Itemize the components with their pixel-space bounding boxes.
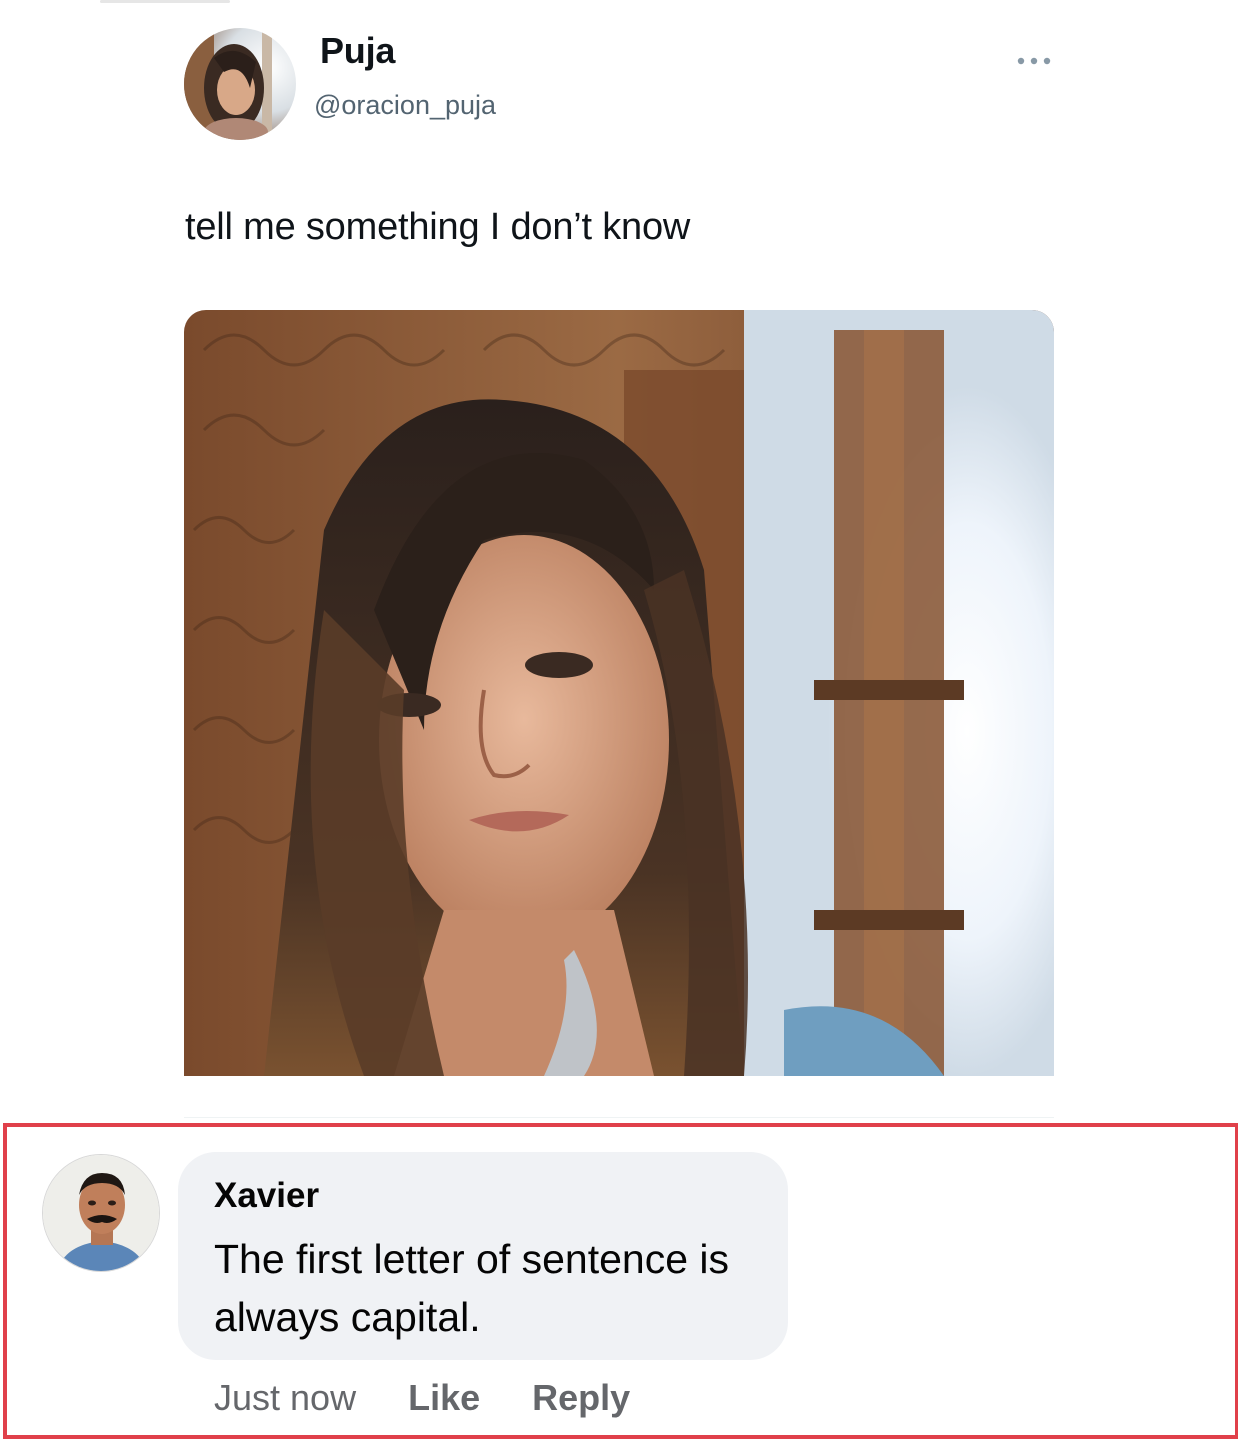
more-options-button[interactable] — [1010, 44, 1058, 78]
tweet-author-name[interactable]: Puja — [320, 30, 395, 72]
comment-text: The first letter of sentence is always c… — [214, 1236, 730, 1340]
more-horizontal-icon — [1017, 57, 1051, 65]
reply-button[interactable]: Reply — [532, 1377, 630, 1419]
tweet-photo[interactable] — [184, 310, 1054, 1076]
divider — [184, 1117, 1054, 1118]
like-button[interactable]: Like — [408, 1377, 480, 1419]
comment-timestamp[interactable]: Just now — [214, 1377, 356, 1419]
comment-author-avatar[interactable] — [42, 1154, 160, 1272]
tweet-text: tell me something I don’t know — [185, 206, 691, 248]
tweet-author-avatar[interactable] — [184, 28, 296, 140]
comment-author-name[interactable]: Xavier — [214, 1176, 319, 1216]
tweet-card: Puja @oracion_puja tell me something I d… — [0, 0, 1238, 1120]
comment-actions: Just now Like Reply — [214, 1374, 630, 1422]
tweet-author-handle[interactable]: @oracion_puja — [314, 90, 496, 121]
